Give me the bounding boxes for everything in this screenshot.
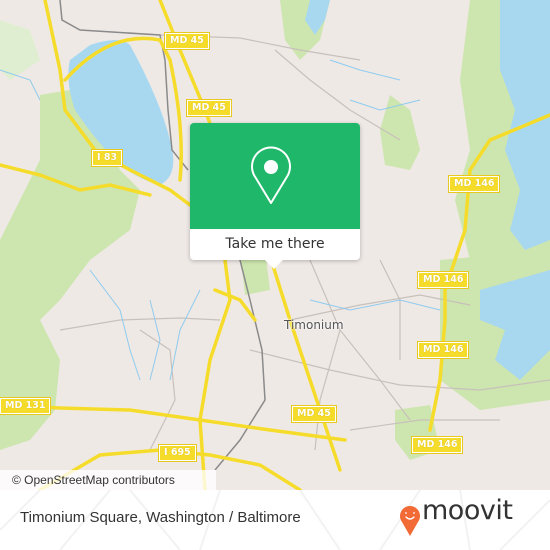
road-shield: MD 146 [447, 175, 501, 193]
park-area [380, 95, 420, 170]
map-attribution[interactable]: © OpenStreetMap contributors [0, 470, 216, 490]
road-shield: MD 146 [410, 436, 464, 454]
place-label-timonium: Timonium [284, 318, 344, 332]
road-shield: MD 45 [186, 99, 232, 117]
moovit-logo[interactable]: moovit [422, 495, 513, 526]
take-me-there-button[interactable]: Take me there [190, 229, 360, 260]
location-title: Timonium Square, Washington / Baltimore [20, 509, 301, 526]
popup-header [190, 123, 360, 229]
road-shield: MD 131 [0, 397, 52, 415]
footer: Timonium Square, Washington / Baltimore … [0, 490, 550, 550]
map-view[interactable]: Timonium MD 45 MD 45 I 83 MD 146 MD 146 … [0, 0, 550, 490]
road-shield: MD 146 [416, 271, 470, 289]
location-pin-icon [251, 146, 291, 204]
park-area [0, 320, 60, 450]
road-shield: MD 45 [291, 405, 337, 423]
road-shield: I 83 [90, 149, 124, 167]
popup-pointer [265, 260, 283, 269]
location-popup: Take me there [190, 123, 360, 269]
park-area [0, 20, 40, 80]
road-shield: I 695 [158, 444, 197, 462]
road-shield: MD 146 [416, 341, 470, 359]
road-shield: MD 45 [164, 32, 210, 50]
